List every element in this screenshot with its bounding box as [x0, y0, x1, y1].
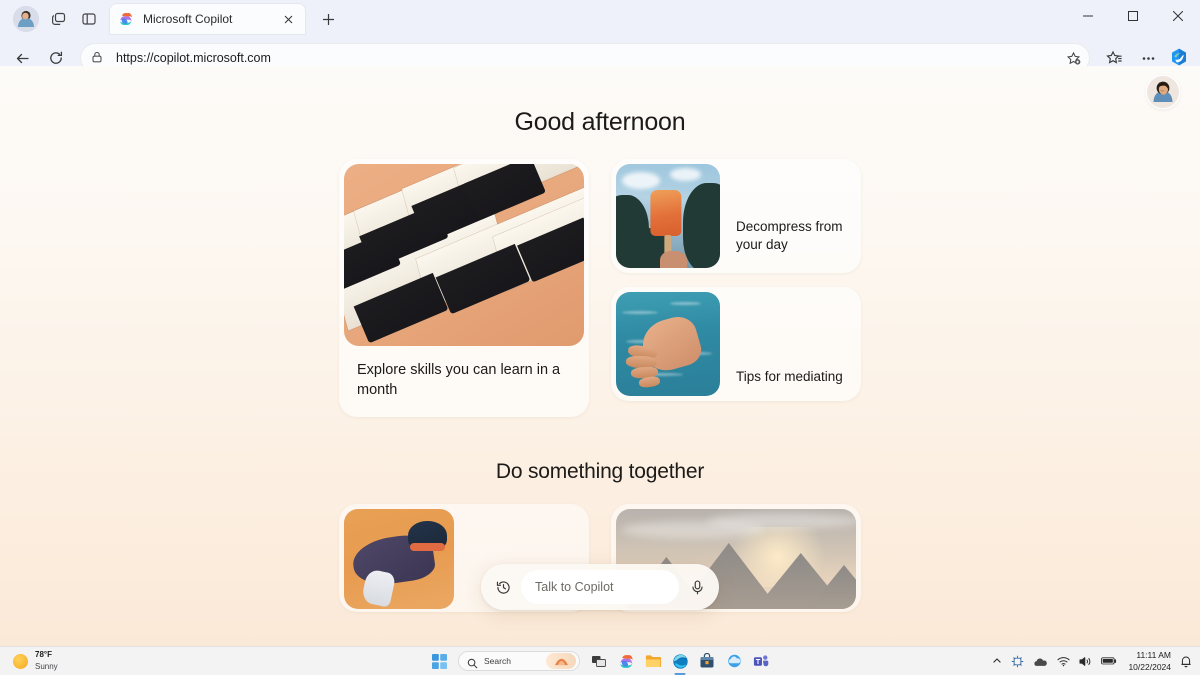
workspaces-icon[interactable] — [44, 4, 74, 34]
suggestion-card-mediating[interactable]: Tips for mediating — [611, 287, 861, 401]
new-tab-button[interactable] — [313, 4, 343, 34]
taskbar-clock[interactable]: 11:11 AM 10/22/2024 — [1128, 650, 1171, 672]
weather-widget[interactable]: 78°F Sunny — [0, 650, 200, 672]
suggestion-card-label: Explore skills you can learn in a month — [357, 362, 561, 398]
file-explorer-icon[interactable] — [642, 650, 664, 672]
tab-strip: Microsoft Copilot — [0, 0, 1200, 38]
browser-window: Microsoft Copilot https://copilot.micros… — [0, 0, 1200, 646]
copilot-icon — [118, 11, 134, 27]
section-title: Do something together — [495, 460, 705, 483]
suggestion-card-decompress[interactable]: Decompress from your day — [611, 159, 861, 273]
piano-keys-illustration — [344, 164, 584, 346]
teams-icon[interactable] — [750, 650, 772, 672]
composer-input[interactable]: Talk to Copilot — [521, 570, 679, 604]
system-tray: 11:11 AM 10/22/2024 — [992, 650, 1192, 672]
window-controls — [1065, 0, 1200, 32]
search-highlight-icon — [546, 653, 576, 669]
browser-tab[interactable]: Microsoft Copilot — [110, 4, 305, 34]
show-hidden-icons-icon[interactable] — [992, 656, 1002, 666]
side-cards-column: Decompress from your day Tips for mediat… — [611, 159, 861, 417]
user-avatar[interactable] — [1147, 76, 1179, 108]
windows-taskbar: 78°F Sunny Search 11:11 AM 10/22/2024 — [0, 646, 1200, 675]
clock-time: 11:11 AM — [1136, 650, 1171, 660]
page-viewport: Good afternoon Explore skills you can le… — [0, 66, 1200, 646]
weather-temperature: 78°F — [35, 650, 52, 659]
copilot-app-icon[interactable] — [615, 650, 637, 672]
graphics-icon[interactable] — [1011, 655, 1024, 668]
maximize-icon[interactable] — [1110, 0, 1155, 32]
suggestion-card-label: Decompress from your day — [736, 219, 843, 252]
clock-date: 10/22/2024 — [1128, 662, 1171, 672]
microphone-icon[interactable] — [682, 572, 712, 602]
task-view-icon[interactable] — [588, 650, 610, 672]
notifications-bell-icon[interactable] — [1180, 655, 1192, 668]
cyclist-illustration — [344, 509, 454, 609]
close-window-icon[interactable] — [1155, 0, 1200, 32]
taskbar-search[interactable]: Search — [458, 651, 580, 671]
start-icon[interactable] — [428, 650, 450, 672]
featured-card-column: Explore skills you can learn in a month — [339, 159, 589, 417]
suggestion-grid: Explore skills you can learn in a month — [339, 159, 861, 417]
taskbar-center: Search — [428, 650, 772, 675]
suggestion-card-featured[interactable]: Explore skills you can learn in a month — [339, 159, 589, 417]
site-info-lock-icon[interactable] — [90, 50, 106, 66]
weather-condition: Sunny — [35, 662, 58, 671]
search-placeholder: Search — [484, 656, 511, 666]
copilot-composer: Talk to Copilot — [481, 564, 719, 610]
onedrive-icon[interactable] — [1033, 656, 1048, 667]
composer-placeholder: Talk to Copilot — [535, 580, 614, 594]
tab-title: Microsoft Copilot — [143, 12, 233, 26]
page-title: Good afternoon — [514, 108, 686, 136]
popsicle-photo — [616, 164, 720, 268]
minimize-icon[interactable] — [1065, 0, 1110, 32]
profile-avatar[interactable] — [13, 6, 39, 32]
url-text: https://copilot.microsoft.com — [116, 51, 271, 65]
tab-actions-icon[interactable] — [74, 4, 104, 34]
history-icon[interactable] — [488, 572, 518, 602]
search-icon — [467, 656, 478, 668]
store-icon[interactable] — [696, 650, 718, 672]
hand-in-water-photo — [616, 292, 720, 396]
battery-icon[interactable] — [1101, 656, 1117, 666]
suggestion-card-label: Tips for mediating — [736, 369, 843, 384]
close-tab-icon[interactable] — [279, 10, 297, 28]
wifi-icon[interactable] — [1057, 656, 1071, 667]
microsoft-edge-icon[interactable] — [669, 650, 691, 675]
onedrive-app-icon[interactable] — [723, 650, 745, 672]
sun-icon — [13, 653, 28, 669]
volume-icon[interactable] — [1079, 656, 1092, 667]
